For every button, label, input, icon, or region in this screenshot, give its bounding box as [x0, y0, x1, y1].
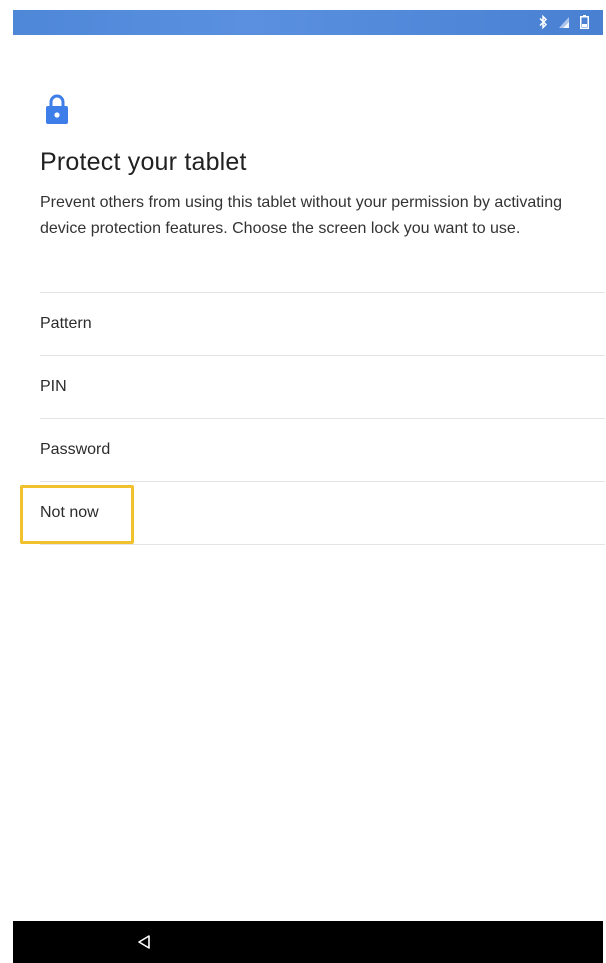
screen-lock-options: Pattern PIN Password Not now: [40, 292, 605, 545]
status-bar: [13, 10, 603, 35]
option-not-now-label: Not now: [40, 504, 99, 521]
option-pattern[interactable]: Pattern: [40, 293, 605, 356]
navigation-bar: [13, 921, 603, 963]
bluetooth-icon: [538, 15, 548, 29]
option-pattern-label: Pattern: [40, 315, 92, 332]
page-title: Protect your tablet: [40, 148, 247, 176]
option-not-now[interactable]: Not now: [40, 482, 605, 545]
option-pin-label: PIN: [40, 378, 67, 395]
option-pin[interactable]: PIN: [40, 356, 605, 419]
option-password[interactable]: Password: [40, 419, 605, 482]
signal-icon: [558, 16, 570, 29]
back-icon[interactable]: [133, 931, 155, 953]
status-icons: [538, 15, 589, 29]
page-description: Prevent others from using this tablet wi…: [40, 194, 563, 237]
battery-icon: [580, 15, 589, 29]
option-password-label: Password: [40, 441, 111, 458]
lock-icon: [44, 93, 70, 125]
